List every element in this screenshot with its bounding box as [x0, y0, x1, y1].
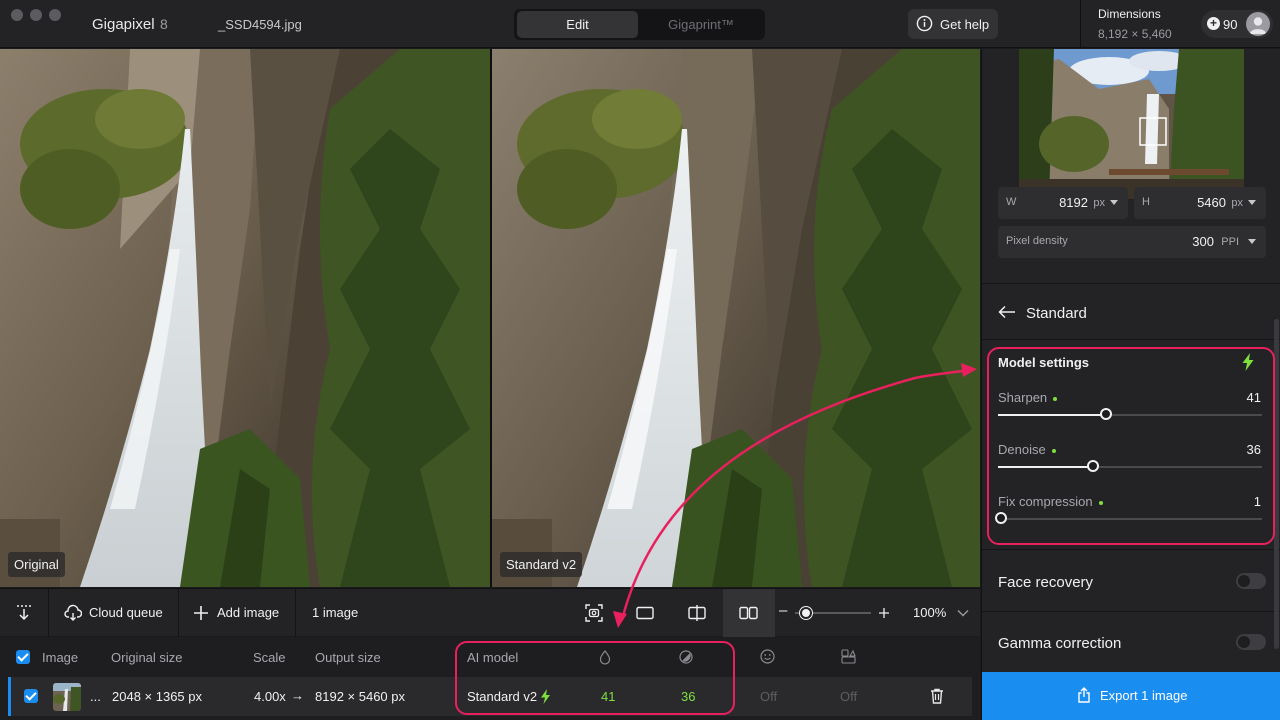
single-view-icon[interactable] [636, 606, 654, 620]
width-label: W [1006, 196, 1017, 208]
export-label: Export 1 image [1100, 688, 1188, 703]
tab-gigaprint[interactable]: Gigaprint™ [640, 11, 762, 38]
title-bar: Gigapixel 8 _SSD4594.jpg Edit Gigaprint™… [0, 0, 1280, 48]
ai-model-columns-highlight [455, 641, 735, 715]
pixel-density-field[interactable]: Pixel density 300 PPI [998, 226, 1266, 258]
toolbar-divider [178, 589, 179, 637]
image-thumbnail [53, 683, 81, 711]
zoom-in-icon[interactable] [878, 607, 890, 619]
header-scale: Scale [253, 650, 286, 665]
face-recovery-toggle[interactable] [1236, 573, 1266, 589]
chevron-down-icon [1110, 200, 1118, 205]
select-all-checkbox[interactable] [16, 650, 30, 664]
gamma-icon [841, 649, 856, 664]
chevron-down-icon [1248, 239, 1256, 244]
divider [982, 549, 1280, 550]
arrow-right-icon: → [291, 688, 304, 703]
image-count: 1 image [312, 605, 359, 620]
credits-count: 90 [1223, 17, 1238, 32]
zoom-slider-thumb[interactable] [800, 607, 813, 619]
height-unit: px [1231, 197, 1243, 209]
gamma-correction-title: Gamma correction [998, 635, 1122, 652]
height-field[interactable]: H 5460 px [1134, 187, 1266, 219]
zoom-window-button[interactable] [49, 9, 61, 21]
cloud-icon [64, 604, 82, 621]
row-scale: 4.00x [254, 689, 286, 704]
pixel-density-unit: PPI [1221, 236, 1239, 248]
credits-badge[interactable]: + 90 [1201, 10, 1273, 38]
model-title: Standard [1026, 305, 1087, 322]
trash-icon[interactable] [930, 688, 944, 704]
export-button[interactable]: Export 1 image [982, 672, 1280, 720]
app-name: Gigapixel [92, 16, 155, 33]
gamma-correction-toggle[interactable] [1236, 634, 1266, 650]
minimize-window-button[interactable] [30, 9, 42, 21]
file-name: _SSD4594.jpg [218, 17, 302, 32]
divider [982, 283, 1280, 284]
pixel-density-value: 300 [1192, 234, 1214, 249]
get-help-label: Get help [940, 17, 990, 32]
back-arrow-icon[interactable] [998, 305, 1016, 319]
image-viewer[interactable]: Original Standard v2 [0, 49, 980, 587]
row-name-ellipsis: ... [90, 689, 101, 704]
row-face-recovery: Off [760, 689, 778, 704]
close-window-button[interactable] [11, 9, 23, 21]
split-view-icon[interactable] [688, 604, 706, 622]
face-scan-icon[interactable] [585, 604, 603, 622]
row-gamma: Off [840, 689, 858, 704]
get-help-button[interactable]: Get help [908, 9, 998, 39]
original-label: Original [8, 552, 65, 577]
navigator-preview[interactable] [1019, 49, 1244, 199]
credits-plus-icon: + [1207, 17, 1220, 30]
preview-label: Standard v2 [500, 552, 583, 577]
zoom-out-button[interactable]: – [779, 602, 787, 619]
chevron-down-icon[interactable] [957, 609, 969, 617]
width-unit: px [1093, 197, 1105, 209]
side-by-side-icon [739, 606, 758, 620]
row-checkbox[interactable] [24, 689, 38, 703]
height-label: H [1142, 196, 1150, 208]
row-output-size: 8192 × 5460 px [315, 689, 405, 704]
face-recovery-title: Face recovery [998, 574, 1094, 591]
app-version: 8 [160, 16, 168, 32]
viewer-toolbar: Cloud queue Add image 1 image – 100% [0, 588, 980, 637]
info-icon [916, 15, 933, 32]
toolbar-divider [295, 589, 296, 637]
divider [982, 339, 1280, 340]
height-value: 5460 [1197, 195, 1226, 210]
avatar[interactable] [1246, 12, 1270, 36]
width-field[interactable]: W 8192 px [998, 187, 1128, 219]
width-value: 8192 [1059, 195, 1088, 210]
model-settings-highlight [987, 347, 1275, 545]
divider [982, 611, 1280, 612]
import-icon[interactable] [15, 604, 33, 622]
dimensions-value: 8,192 × 5,460 [1098, 27, 1172, 41]
header-image: Image [42, 650, 79, 665]
preview-pane[interactable]: Standard v2 [492, 49, 980, 587]
tab-edit[interactable]: Edit [517, 11, 638, 38]
export-icon [1078, 687, 1090, 703]
cloud-queue-label: Cloud queue [89, 605, 163, 620]
header-original-size: Original size [111, 650, 183, 665]
add-image-label: Add image [217, 605, 280, 620]
header-output-size: Output size [315, 650, 381, 665]
row-original-size: 2048 × 1365 px [112, 689, 202, 704]
side-by-side-view-button[interactable] [723, 589, 775, 637]
dimensions-readout: Dimensions 8,192 × 5,460 [1080, 0, 1194, 48]
pixel-density-label: Pixel density [1006, 235, 1068, 247]
toolbar-divider [48, 589, 49, 637]
plus-icon [194, 606, 208, 620]
zoom-level[interactable]: 100% [913, 605, 946, 620]
dimensions-title: Dimensions [1098, 7, 1161, 21]
user-icon [1249, 17, 1267, 34]
chevron-down-icon [1248, 200, 1256, 205]
original-photo [0, 49, 490, 587]
enhanced-photo [492, 49, 980, 587]
original-pane[interactable]: Original [0, 49, 490, 587]
face-icon [760, 649, 775, 664]
mode-switcher: Edit Gigaprint™ [514, 9, 765, 40]
